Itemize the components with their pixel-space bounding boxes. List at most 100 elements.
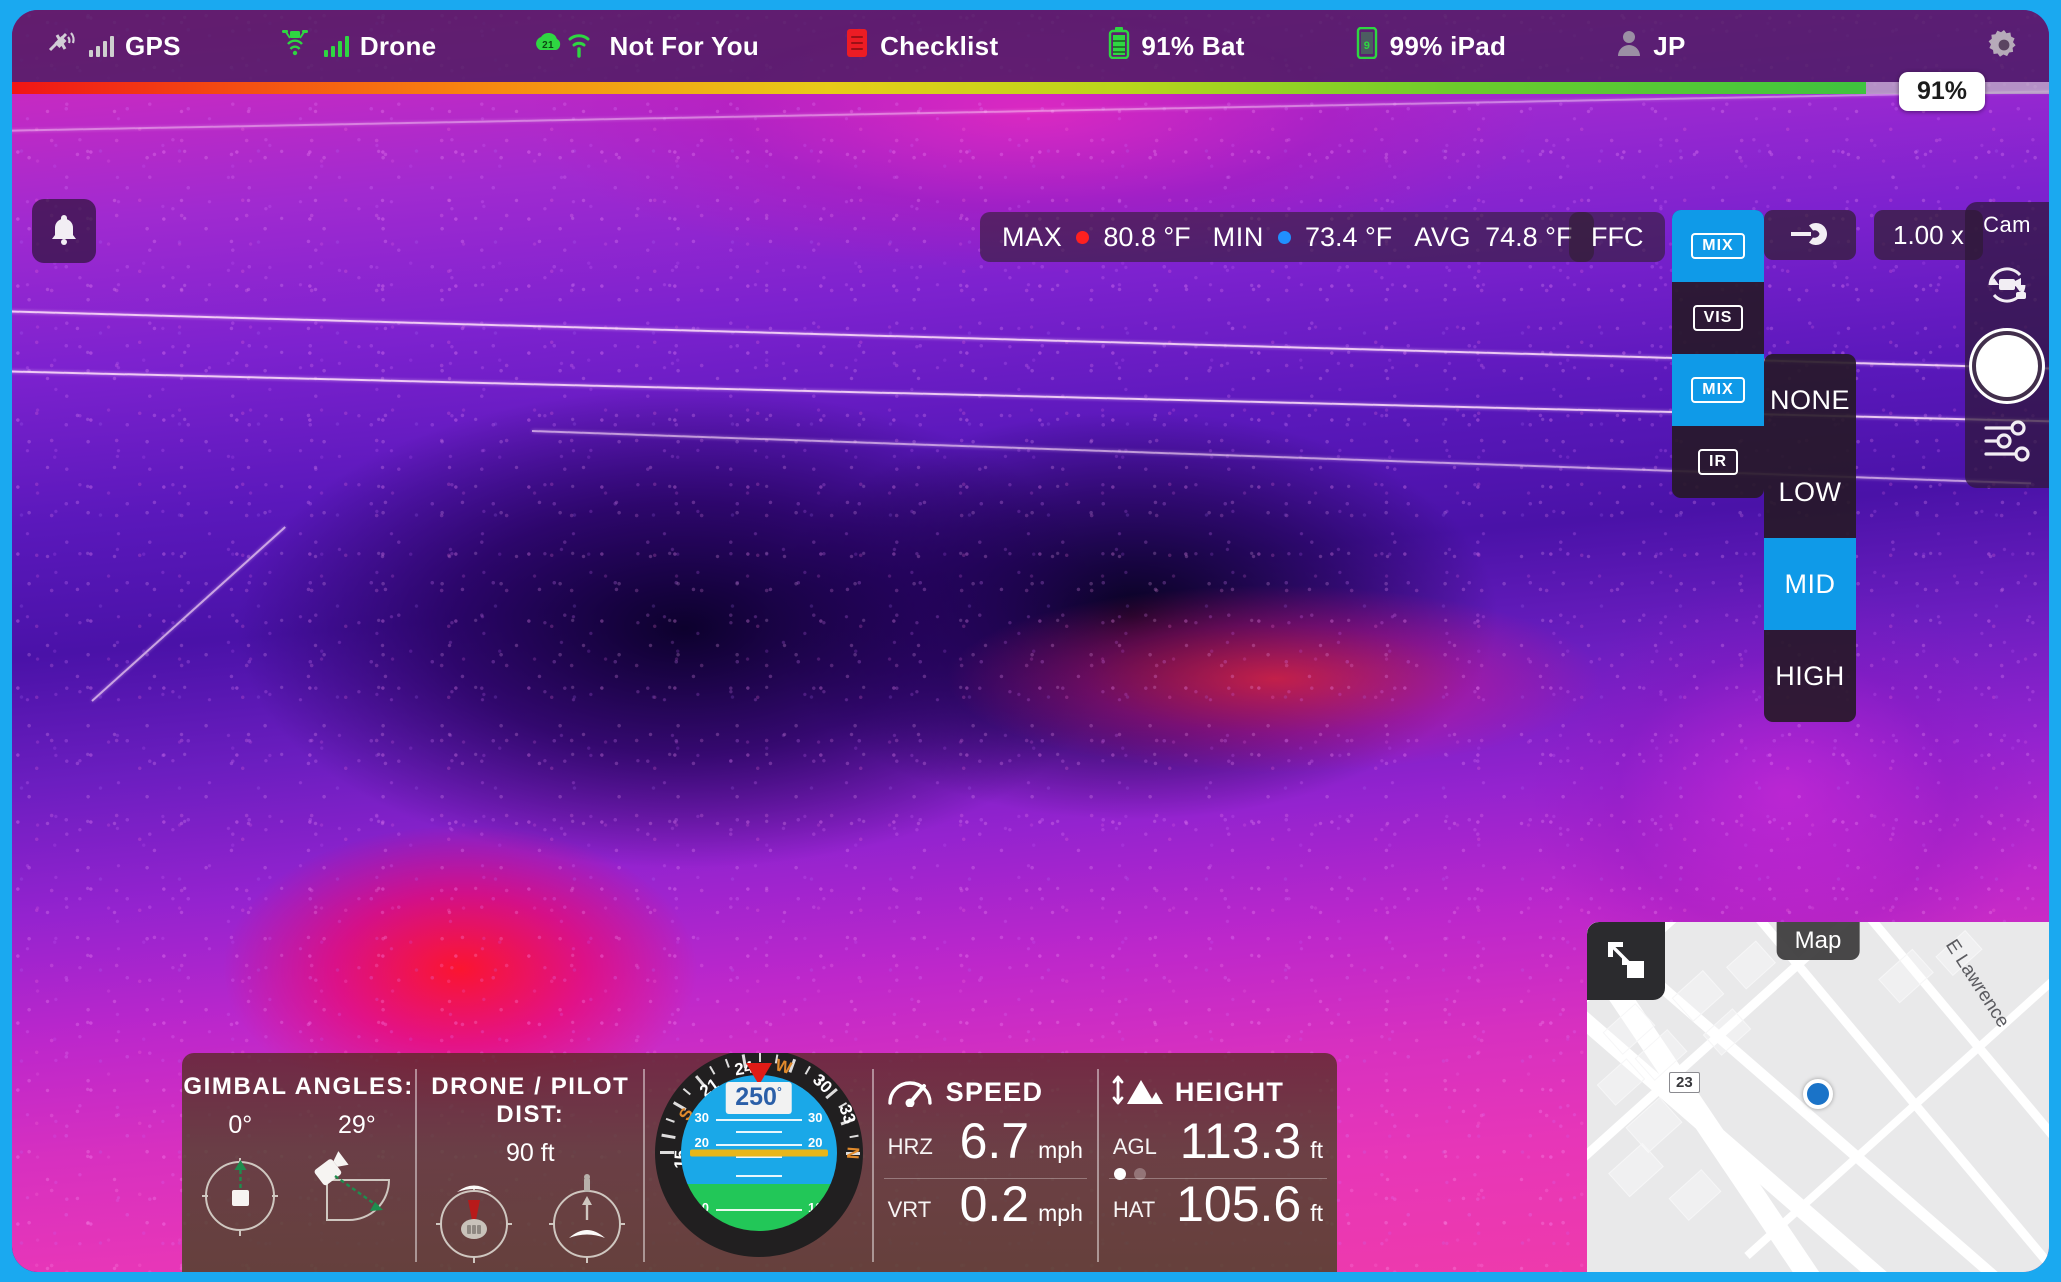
gimbal-tilt-widget: 29° xyxy=(309,1111,405,1247)
level-option-mid[interactable]: MID xyxy=(1764,538,1856,630)
level-option-low[interactable]: LOW xyxy=(1764,446,1856,538)
temp-max-label: MAX xyxy=(1002,221,1063,252)
speed-key-vrt: VRT xyxy=(887,1197,932,1222)
map-expand-button[interactable] xyxy=(1587,922,1665,1000)
drone-signal-icon xyxy=(277,28,313,65)
speed-unit-vrt: mph xyxy=(1038,1200,1083,1226)
status-label-drone: Drone xyxy=(359,30,437,61)
pitch-line-30 xyxy=(715,1118,802,1121)
pitch-label-30-left: 30 xyxy=(694,1109,709,1125)
cloud-wifi-icon: 21 xyxy=(532,28,598,65)
speed-header: SPEED xyxy=(874,1073,1097,1112)
svg-text:9: 9 xyxy=(1363,40,1369,52)
telemetry-attitude-section: 15 S 21 24 W 30 33 N 30 30 20 20 10 10 2… xyxy=(645,1053,871,1272)
pitch-line-10 xyxy=(715,1209,802,1212)
expand-icon xyxy=(1605,939,1647,984)
mountain-height-icon xyxy=(1111,1073,1163,1112)
map-route-shield: 23 xyxy=(1669,1072,1700,1093)
ffc-button[interactable]: FFC xyxy=(1569,212,1666,262)
source-option-mix[interactable]: MIX xyxy=(1672,354,1764,426)
thermal-temperature-readout: MAX 80.8 °F MIN 73.4 °F AVG 74.8 °F xyxy=(980,212,1595,262)
gimbal-pan-value: 0° xyxy=(228,1111,253,1139)
pitch-label-20-left: 20 xyxy=(694,1134,709,1150)
gear-icon xyxy=(1985,26,2023,67)
status-item-drone[interactable]: Drone xyxy=(277,28,437,65)
height-mode-dots xyxy=(1113,1167,1153,1186)
pitch-label-30-right: 30 xyxy=(808,1109,823,1125)
status-label-checklist: Checklist xyxy=(880,30,999,61)
height-header: HEIGHT xyxy=(1099,1073,1337,1112)
shutter-button[interactable] xyxy=(1976,335,2038,397)
map-block xyxy=(1668,1169,1722,1221)
source-chip-label: MIX xyxy=(1691,233,1745,259)
source-option-mix-top[interactable]: MIX xyxy=(1672,210,1764,282)
level-menu: NONE LOW MID HIGH xyxy=(1764,354,1856,722)
tablet-icon: 9 xyxy=(1355,26,1379,66)
height-unit-hat: ft xyxy=(1310,1200,1323,1226)
source-option-vis[interactable]: VIS xyxy=(1672,282,1764,354)
level-option-high[interactable]: HIGH xyxy=(1764,630,1856,722)
gps-signal-bars xyxy=(89,35,114,57)
camera-mode-button[interactable] xyxy=(1980,260,2034,313)
map-title-badge: Map xyxy=(1776,922,1860,960)
gimbal-widgets: 0° 29° xyxy=(182,1111,415,1247)
attitude-indicator[interactable]: 15 S 21 24 W 30 33 N 30 30 20 20 10 10 2… xyxy=(654,1053,863,1257)
bell-icon xyxy=(48,213,80,250)
settings-button[interactable] xyxy=(1985,26,2023,67)
compass-label-n: N xyxy=(842,1146,863,1160)
battery-level-bar xyxy=(12,82,2049,94)
tool-settings-button[interactable] xyxy=(1764,210,1856,260)
source-option-ir[interactable]: IR xyxy=(1672,426,1764,498)
temp-avg-label: AVG xyxy=(1414,221,1472,252)
level-option-none[interactable]: NONE xyxy=(1764,354,1856,446)
height-unit-agl: ft xyxy=(1310,1137,1323,1163)
pilot-bearing-dial xyxy=(548,1174,625,1263)
notifications-button[interactable] xyxy=(32,199,96,263)
drone-position-marker xyxy=(1803,1078,1833,1109)
telemetry-speed-section: SPEED HRZ 6.7 mph VRT 0.2 mph xyxy=(874,1053,1097,1272)
app-screen: GPS Drone 21 Not For You Checklist 91% B… xyxy=(12,10,2049,1272)
heading-value: 250 xyxy=(735,1083,777,1111)
status-label-battery: 91% Bat xyxy=(1141,30,1245,61)
pitch-line-20 xyxy=(715,1143,802,1146)
heading-readout: 250° xyxy=(725,1082,792,1114)
status-item-ipad[interactable]: 9 99% iPad xyxy=(1355,26,1507,66)
speed-unit-hrz: mph xyxy=(1038,1137,1083,1163)
status-label-network: Not For You xyxy=(609,30,760,61)
temp-min-dot xyxy=(1277,230,1291,244)
wrench-icon xyxy=(1789,221,1831,250)
person-icon xyxy=(1616,29,1642,64)
status-item-battery[interactable]: 91% Bat xyxy=(1108,26,1245,66)
map-block xyxy=(1878,948,1934,1004)
pitch-label-10-right: 10 xyxy=(808,1200,823,1216)
height-key-agl: AGL xyxy=(1112,1134,1157,1159)
aircraft-reference-bar xyxy=(689,1149,828,1157)
gimbal-pan-widget: 0° xyxy=(192,1111,288,1247)
height-row-hat: HAT 105.6 ft xyxy=(1099,1168,1337,1241)
top-status-bar: GPS Drone 21 Not For You Checklist 91% B… xyxy=(12,10,2049,82)
pitch-line-5 xyxy=(735,1174,782,1177)
speed-row-vrt: VRT 0.2 mph xyxy=(874,1179,1097,1241)
temp-max-dot xyxy=(1076,230,1090,244)
map-block xyxy=(1671,970,1725,1022)
camera-settings-button[interactable] xyxy=(1982,419,2032,466)
speed-row-hrz: HRZ 6.7 mph xyxy=(874,1116,1097,1178)
status-label-gps: GPS xyxy=(125,30,181,61)
status-item-gps[interactable]: GPS xyxy=(46,28,181,65)
speed-value-hrz: 6.7 xyxy=(959,1113,1030,1169)
sliders-icon xyxy=(1982,419,2032,466)
distance-value: 90 ft xyxy=(505,1139,555,1167)
pitch-line-25 xyxy=(735,1131,782,1134)
status-item-network[interactable]: 21 Not For You xyxy=(532,28,759,65)
status-item-checklist[interactable]: Checklist xyxy=(845,28,998,65)
drone-signal-bars xyxy=(323,35,349,57)
status-item-user[interactable]: JP xyxy=(1616,29,1685,64)
battery-icon xyxy=(1108,26,1130,66)
temp-max-value: 80.8 °F xyxy=(1103,221,1191,252)
status-label-user: JP xyxy=(1653,30,1686,61)
map-panel[interactable]: E Lawrence 23 Map xyxy=(1587,922,2049,1272)
gimbal-title: GIMBAL ANGLES: xyxy=(183,1073,414,1100)
camera-control-rail: Cam xyxy=(1965,202,2049,488)
source-chip-label: VIS xyxy=(1692,305,1744,331)
source-chip-label: MIX xyxy=(1691,377,1745,403)
